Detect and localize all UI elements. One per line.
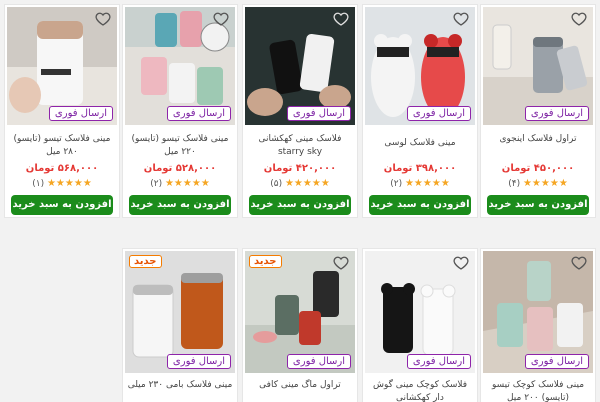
product-image[interactable]: ارسال فوری xyxy=(7,7,117,125)
fast-delivery-badge: ارسال فوری xyxy=(524,354,589,369)
product-image[interactable]: ارسال فوری xyxy=(365,251,475,373)
product-grid: ارسال فوری تراول فلاسک اینجوی ۴۵۰,۰۰۰ تو… xyxy=(0,0,600,402)
product-image[interactable]: ارسال فوری xyxy=(483,251,593,373)
product-title[interactable]: مینی فلاسک بامی ۲۳۰ میلی xyxy=(127,379,233,392)
fast-delivery-badge: ارسال فوری xyxy=(286,354,351,369)
heart-icon[interactable] xyxy=(213,11,229,27)
fast-delivery-badge: ارسال فوری xyxy=(406,106,471,121)
product-image[interactable]: ارسال فوری xyxy=(245,7,355,125)
product-card[interactable]: ارسال فوری مینی فلاسک تیسو (تایسو) ۲۲۰ م… xyxy=(122,4,238,218)
product-title[interactable]: مینی فلاسک لوسی xyxy=(367,137,473,150)
stars-icon: ★★★★★ xyxy=(164,178,210,189)
add-to-cart-button[interactable]: افزودن به سبد خرید xyxy=(11,195,113,215)
add-to-cart-button[interactable]: افزودن به سبد خرید xyxy=(487,195,589,215)
fast-delivery-badge: ارسال فوری xyxy=(406,354,471,369)
heart-icon[interactable] xyxy=(571,11,587,27)
product-image[interactable]: جدید ارسال فوری xyxy=(245,251,355,373)
product-card[interactable]: جدید ارسال فوری تراول ماگ مینی کافی xyxy=(242,248,358,402)
product-card[interactable]: ارسال فوری فلاسک کوچک مینی گوش دار کهکشا… xyxy=(362,248,478,402)
product-title[interactable]: مینی فلاسک تیسو (تایسو) ۲۲۰ میل xyxy=(127,133,233,159)
product-title[interactable]: مینی فلاسک تیسو (تایسو) ۲۸۰ میل xyxy=(9,133,115,159)
heart-icon[interactable] xyxy=(95,11,111,27)
fast-delivery-badge: ارسال فوری xyxy=(166,354,231,369)
product-title[interactable]: تراول ماگ مینی کافی xyxy=(247,379,353,392)
stars-icon: ★★★★★ xyxy=(404,178,450,189)
new-badge: جدید xyxy=(129,255,162,268)
product-image[interactable]: جدید ارسال فوری xyxy=(125,251,235,373)
heart-icon[interactable] xyxy=(571,255,587,271)
product-rating: (۲) ★★★★★ xyxy=(150,178,210,189)
product-title[interactable]: فلاسک کوچک مینی گوش دار کهکشانی xyxy=(367,379,473,402)
product-image[interactable]: ارسال فوری xyxy=(125,7,235,125)
product-rating: (۲) ★★★★★ xyxy=(390,178,450,189)
product-image[interactable]: ارسال فوری xyxy=(483,7,593,125)
fast-delivery-badge: ارسال فوری xyxy=(48,106,113,121)
product-price: ۳۹۸,۰۰۰ تومان xyxy=(383,163,457,174)
product-card[interactable]: ارسال فوری مینی فلاسک تیسو (تایسو) ۲۸۰ م… xyxy=(4,4,120,218)
product-card[interactable]: جدید ارسال فوری مینی فلاسک بامی ۲۳۰ میلی xyxy=(122,248,238,402)
product-rating: (۴) ★★★★★ xyxy=(508,178,568,189)
stars-icon: ★★★★★ xyxy=(522,178,568,189)
product-price: ۴۲۰,۰۰۰ تومان xyxy=(263,163,337,174)
new-badge: جدید xyxy=(249,255,282,268)
product-image[interactable]: ارسال فوری xyxy=(365,7,475,125)
add-to-cart-button[interactable]: افزودن به سبد خرید xyxy=(129,195,231,215)
product-title[interactable]: تراول فلاسک اینجوی xyxy=(485,133,591,146)
add-to-cart-button[interactable]: افزودن به سبد خرید xyxy=(249,195,351,215)
heart-icon[interactable] xyxy=(333,11,349,27)
product-card[interactable]: ارسال فوری تراول فلاسک اینجوی ۴۵۰,۰۰۰ تو… xyxy=(480,4,596,218)
heart-icon[interactable] xyxy=(333,255,349,271)
product-rating: (۱) ★★★★★ xyxy=(32,178,92,189)
product-rating: (۵) ★★★★★ xyxy=(270,178,330,189)
heart-icon[interactable] xyxy=(453,255,469,271)
product-card[interactable]: ارسال فوری مینی فلاسک لوسی ۳۹۸,۰۰۰ تومان… xyxy=(362,4,478,218)
product-price: ۵۲۸,۰۰۰ تومان xyxy=(143,163,217,174)
product-price: ۵۶۸,۰۰۰ تومان xyxy=(25,163,99,174)
add-to-cart-button[interactable]: افزودن به سبد خرید xyxy=(369,195,471,215)
fast-delivery-badge: ارسال فوری xyxy=(524,106,589,121)
stars-icon: ★★★★★ xyxy=(46,178,92,189)
stars-icon: ★★★★★ xyxy=(284,178,330,189)
heart-icon[interactable] xyxy=(453,11,469,27)
fast-delivery-badge: ارسال فوری xyxy=(166,106,231,121)
product-card[interactable]: ارسال فوری فلاسک مینی کهکشانی starry sky… xyxy=(242,4,358,218)
product-card[interactable]: ارسال فوری مینی فلاسک کوچک تیسو (تایسو) … xyxy=(480,248,596,402)
product-price: ۴۵۰,۰۰۰ تومان xyxy=(501,163,575,174)
fast-delivery-badge: ارسال فوری xyxy=(286,106,351,121)
product-title[interactable]: فلاسک مینی کهکشانی starry sky xyxy=(247,133,353,159)
product-title[interactable]: مینی فلاسک کوچک تیسو (تایسو) ۲۰۰ میل xyxy=(485,379,591,402)
